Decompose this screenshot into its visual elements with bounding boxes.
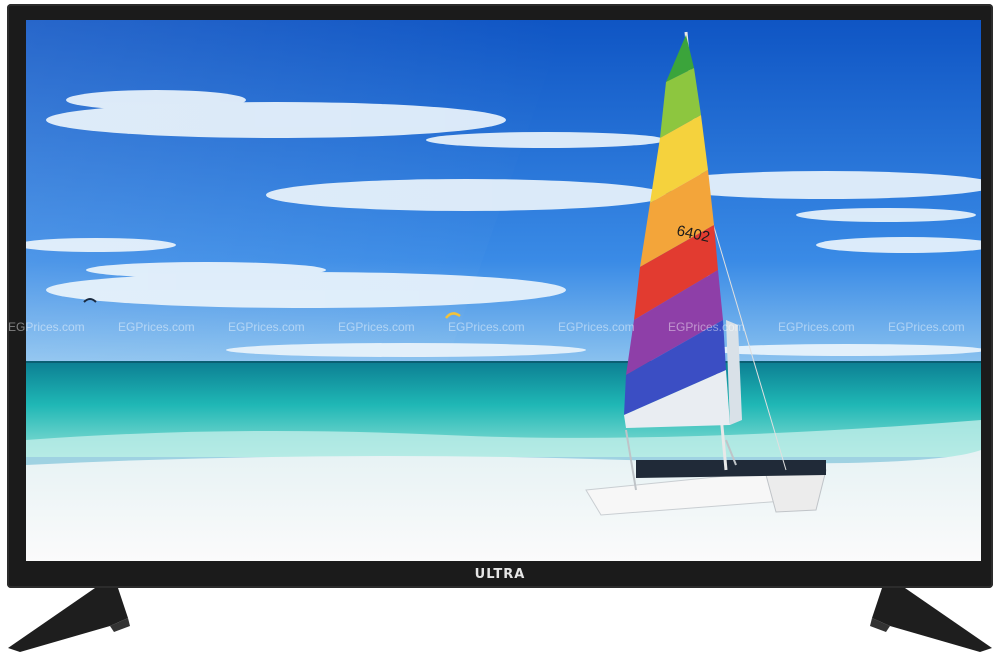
brand-logo-text: ULTRA: [474, 567, 526, 582]
watermark-text: EGPrices.com: [558, 320, 635, 334]
watermark-text: EGPrices.com: [448, 320, 525, 334]
watermark-strip: EGPrices.com EGPrices.com EGPrices.com E…: [0, 320, 1000, 334]
watermark-text: EGPrices.com: [888, 320, 965, 334]
watermark-text: EGPrices.com: [118, 320, 195, 334]
watermark-text: EGPrices.com: [668, 320, 745, 334]
watermark-text: EGPrices.com: [8, 320, 85, 334]
watermark-text: EGPrices.com: [228, 320, 305, 334]
right-stand-leg: [870, 588, 992, 652]
left-stand-leg: [8, 588, 130, 652]
tv-bezel: 6402 ULTRA: [7, 4, 993, 588]
beach-scene-image: 6402: [26, 20, 981, 561]
tv-screen: 6402: [26, 20, 981, 561]
watermark-text: EGPrices.com: [778, 320, 855, 334]
watermark-text: EGPrices.com: [338, 320, 415, 334]
